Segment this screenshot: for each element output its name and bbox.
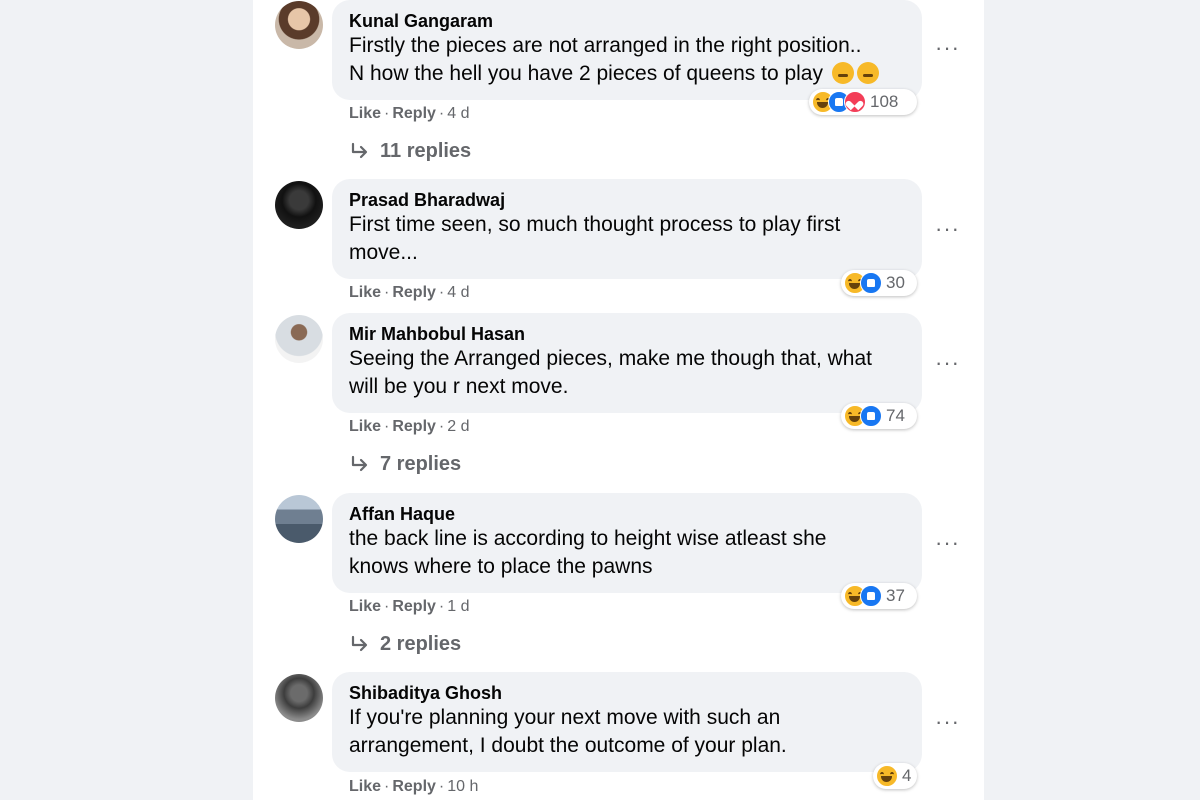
view-replies-button[interactable]: 2 replies: [350, 633, 461, 656]
comment-author[interactable]: Mir Mahbobul Hasan: [349, 323, 906, 345]
comment-actions: Like · Reply · 4 d: [349, 105, 470, 122]
comment-author[interactable]: Prasad Bharadwaj: [349, 189, 906, 211]
comment-author[interactable]: Affan Haque: [349, 503, 906, 525]
like-reaction-icon: [860, 585, 882, 607]
avatar[interactable]: [275, 495, 323, 543]
reply-button[interactable]: Reply: [392, 778, 436, 795]
comment-text-body: Firstly the pieces are not arranged in t…: [349, 34, 862, 85]
comment-bubble: Affan Haque the back line is according t…: [332, 493, 922, 593]
reaction-summary[interactable]: 108: [809, 89, 917, 115]
comment-actions: Like · Reply · 1 d: [349, 598, 470, 615]
reaction-summary[interactable]: 37: [841, 583, 917, 609]
comment-actions: Like · Reply · 10 h: [349, 778, 479, 795]
more-options-icon[interactable]: ···: [935, 218, 963, 240]
comment-text: First time seen, so much thought process…: [349, 213, 841, 264]
comment-text: Seeing the Arranged pieces, make me thou…: [349, 347, 873, 398]
avatar[interactable]: [275, 674, 323, 722]
replies-count: 2 replies: [380, 633, 462, 655]
avatar[interactable]: [275, 181, 323, 229]
view-replies-button[interactable]: 11 replies: [350, 140, 471, 163]
reaction-count: 37: [886, 586, 905, 605]
comment-timestamp[interactable]: 1 d: [447, 598, 469, 615]
more-options-icon[interactable]: ···: [935, 532, 963, 554]
reaction-count: 4: [902, 766, 912, 785]
love-reaction-icon: [844, 91, 866, 113]
comment-timestamp[interactable]: 4 d: [447, 284, 469, 301]
comment-text: Firstly the pieces are not arranged in t…: [349, 32, 906, 88]
comment-bubble: Mir Mahbobul Hasan Seeing the Arranged p…: [332, 313, 922, 413]
comment-text: the back line is according to height wis…: [349, 527, 827, 578]
like-button[interactable]: Like: [349, 598, 381, 615]
replies-count: 11 replies: [380, 140, 472, 162]
reply-arrow-icon: [351, 142, 368, 158]
like-button[interactable]: Like: [349, 418, 381, 435]
comment-text: If you're planning your next move with s…: [349, 706, 787, 757]
reply-button[interactable]: Reply: [392, 105, 436, 122]
more-options-icon[interactable]: ···: [935, 352, 963, 374]
comment-bubble: Shibaditya Ghosh If you're planning your…: [332, 672, 922, 772]
comment-timestamp[interactable]: 4 d: [447, 105, 469, 122]
replies-count: 7 replies: [380, 453, 462, 475]
reply-button[interactable]: Reply: [392, 598, 436, 615]
comment-actions: Like · Reply · 2 d: [349, 418, 470, 435]
thinking-face-emoji: [831, 62, 854, 84]
reply-button[interactable]: Reply: [392, 284, 436, 301]
reaction-summary[interactable]: 30: [841, 270, 917, 296]
like-button[interactable]: Like: [349, 778, 381, 795]
reply-button[interactable]: Reply: [392, 418, 436, 435]
more-options-icon[interactable]: ···: [935, 711, 963, 733]
reaction-summary[interactable]: 74: [841, 403, 917, 429]
more-options-icon[interactable]: ···: [935, 37, 963, 59]
thinking-face-emoji: [856, 62, 879, 84]
reply-arrow-icon: [351, 635, 368, 651]
comment-author[interactable]: Kunal Gangaram: [349, 10, 906, 32]
like-reaction-icon: [860, 405, 882, 427]
like-button[interactable]: Like: [349, 105, 381, 122]
comment-author[interactable]: Shibaditya Ghosh: [349, 682, 906, 704]
view-replies-button[interactable]: 7 replies: [350, 453, 461, 476]
reaction-count: 74: [886, 406, 905, 425]
like-reaction-icon: [860, 272, 882, 294]
comment-timestamp[interactable]: 2 d: [447, 418, 469, 435]
comment-bubble: Kunal Gangaram Firstly the pieces are no…: [332, 0, 922, 100]
haha-reaction-icon: [876, 765, 898, 787]
comment-actions: Like · Reply · 4 d: [349, 284, 470, 301]
comment-timestamp[interactable]: 10 h: [447, 778, 478, 795]
avatar[interactable]: [275, 315, 323, 363]
comments-panel: Kunal Gangaram Firstly the pieces are no…: [253, 0, 984, 800]
reaction-summary[interactable]: 4: [873, 763, 917, 789]
reaction-count: 30: [886, 273, 905, 292]
reaction-count: 108: [870, 92, 899, 111]
avatar[interactable]: [275, 1, 323, 49]
comment-bubble: Prasad Bharadwaj First time seen, so muc…: [332, 179, 922, 279]
reply-arrow-icon: [351, 455, 368, 471]
like-button[interactable]: Like: [349, 284, 381, 301]
